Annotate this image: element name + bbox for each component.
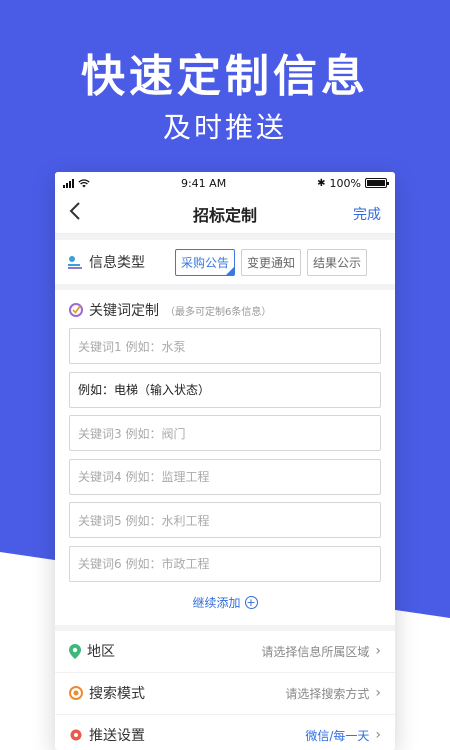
settings-list: 地区 请选择信息所属区域 › 搜索模式 请选择搜索方式 › 推送设置 微信/每一…: [55, 630, 395, 750]
battery-percent: 100%: [329, 176, 361, 190]
status-time: 9:41 AM: [180, 176, 227, 190]
location-pin-icon: [69, 643, 81, 659]
page-title: 招标定制: [192, 205, 257, 225]
gear-icon: [70, 729, 82, 741]
info-type-icon: [68, 256, 82, 269]
keyword-input-2[interactable]: 例如：电梯（输入状态）: [69, 371, 381, 408]
type-option-result[interactable]: 结果公示: [307, 248, 368, 276]
setting-label-push: 推送设置: [89, 728, 145, 744]
info-type-row: 信息类型 采购公告 变更通知 结果公示: [55, 240, 395, 284]
done-button[interactable]: 完成: [341, 204, 381, 224]
keyword-input-4[interactable]: 关键词4 例如：监理工程: [69, 458, 381, 495]
status-bar: 9:41 AM ✱ 100%: [55, 172, 395, 194]
keyword-input-6[interactable]: 关键词6 例如：市政工程: [69, 545, 381, 582]
info-type-label: 信息类型: [89, 255, 145, 271]
promo-subhead: 及时推送: [162, 111, 287, 144]
keyword-input-5[interactable]: 关键词5 例如：水利工程: [69, 502, 381, 538]
keyword-section: 关键词定制 （最多可定制6条信息） 关键词1 例如：水泵 例如：电梯（输入状态）…: [55, 290, 395, 625]
keyword-icon: [69, 303, 83, 317]
chevron-right-icon: ›: [375, 685, 381, 701]
keyword-title: 关键词定制: [89, 303, 159, 319]
promo-headline: 快速定制信息: [81, 51, 369, 102]
nav-bar: 招标定制 完成: [55, 194, 395, 234]
keyword-input-1[interactable]: 关键词1 例如：水泵: [69, 328, 381, 364]
setting-row-region[interactable]: 地区 请选择信息所属区域 ›: [55, 630, 395, 673]
type-option-change[interactable]: 变更通知: [241, 248, 302, 276]
bluetooth-icon: ✱: [317, 177, 326, 189]
chevron-right-icon: ›: [375, 727, 381, 743]
setting-value-region: 请选择信息所属区域: [261, 644, 370, 659]
setting-row-push[interactable]: 推送设置 微信/每一天 ›: [55, 714, 395, 750]
chevron-left-icon: [69, 202, 80, 220]
keyword-input-3[interactable]: 关键词3 例如：阀门: [69, 415, 381, 451]
signal-icon: [63, 178, 74, 188]
plus-circle-icon: +: [244, 595, 258, 609]
back-button[interactable]: [69, 201, 109, 226]
battery-icon: [365, 178, 389, 188]
setting-row-search-mode[interactable]: 搜索模式 请选择搜索方式 ›: [55, 672, 395, 715]
setting-label-region: 地区: [87, 644, 115, 660]
setting-value-push: 微信/每一天: [305, 728, 370, 743]
phone-screen: 9:41 AM ✱ 100% 招标定制 完成 信息类型 采购公告 变更通知 结果…: [55, 172, 395, 750]
type-option-procurement[interactable]: 采购公告: [175, 248, 236, 276]
add-more-label: 继续添加: [192, 595, 241, 610]
setting-value-search-mode: 请选择搜索方式: [285, 686, 370, 701]
wifi-icon: [78, 178, 90, 187]
chevron-right-icon: ›: [375, 643, 381, 659]
target-icon: [69, 686, 83, 700]
add-more-button[interactable]: 继续添加 +: [69, 594, 381, 611]
keyword-note: （最多可定制6条信息）: [165, 307, 272, 318]
setting-label-search-mode: 搜索模式: [89, 686, 145, 702]
